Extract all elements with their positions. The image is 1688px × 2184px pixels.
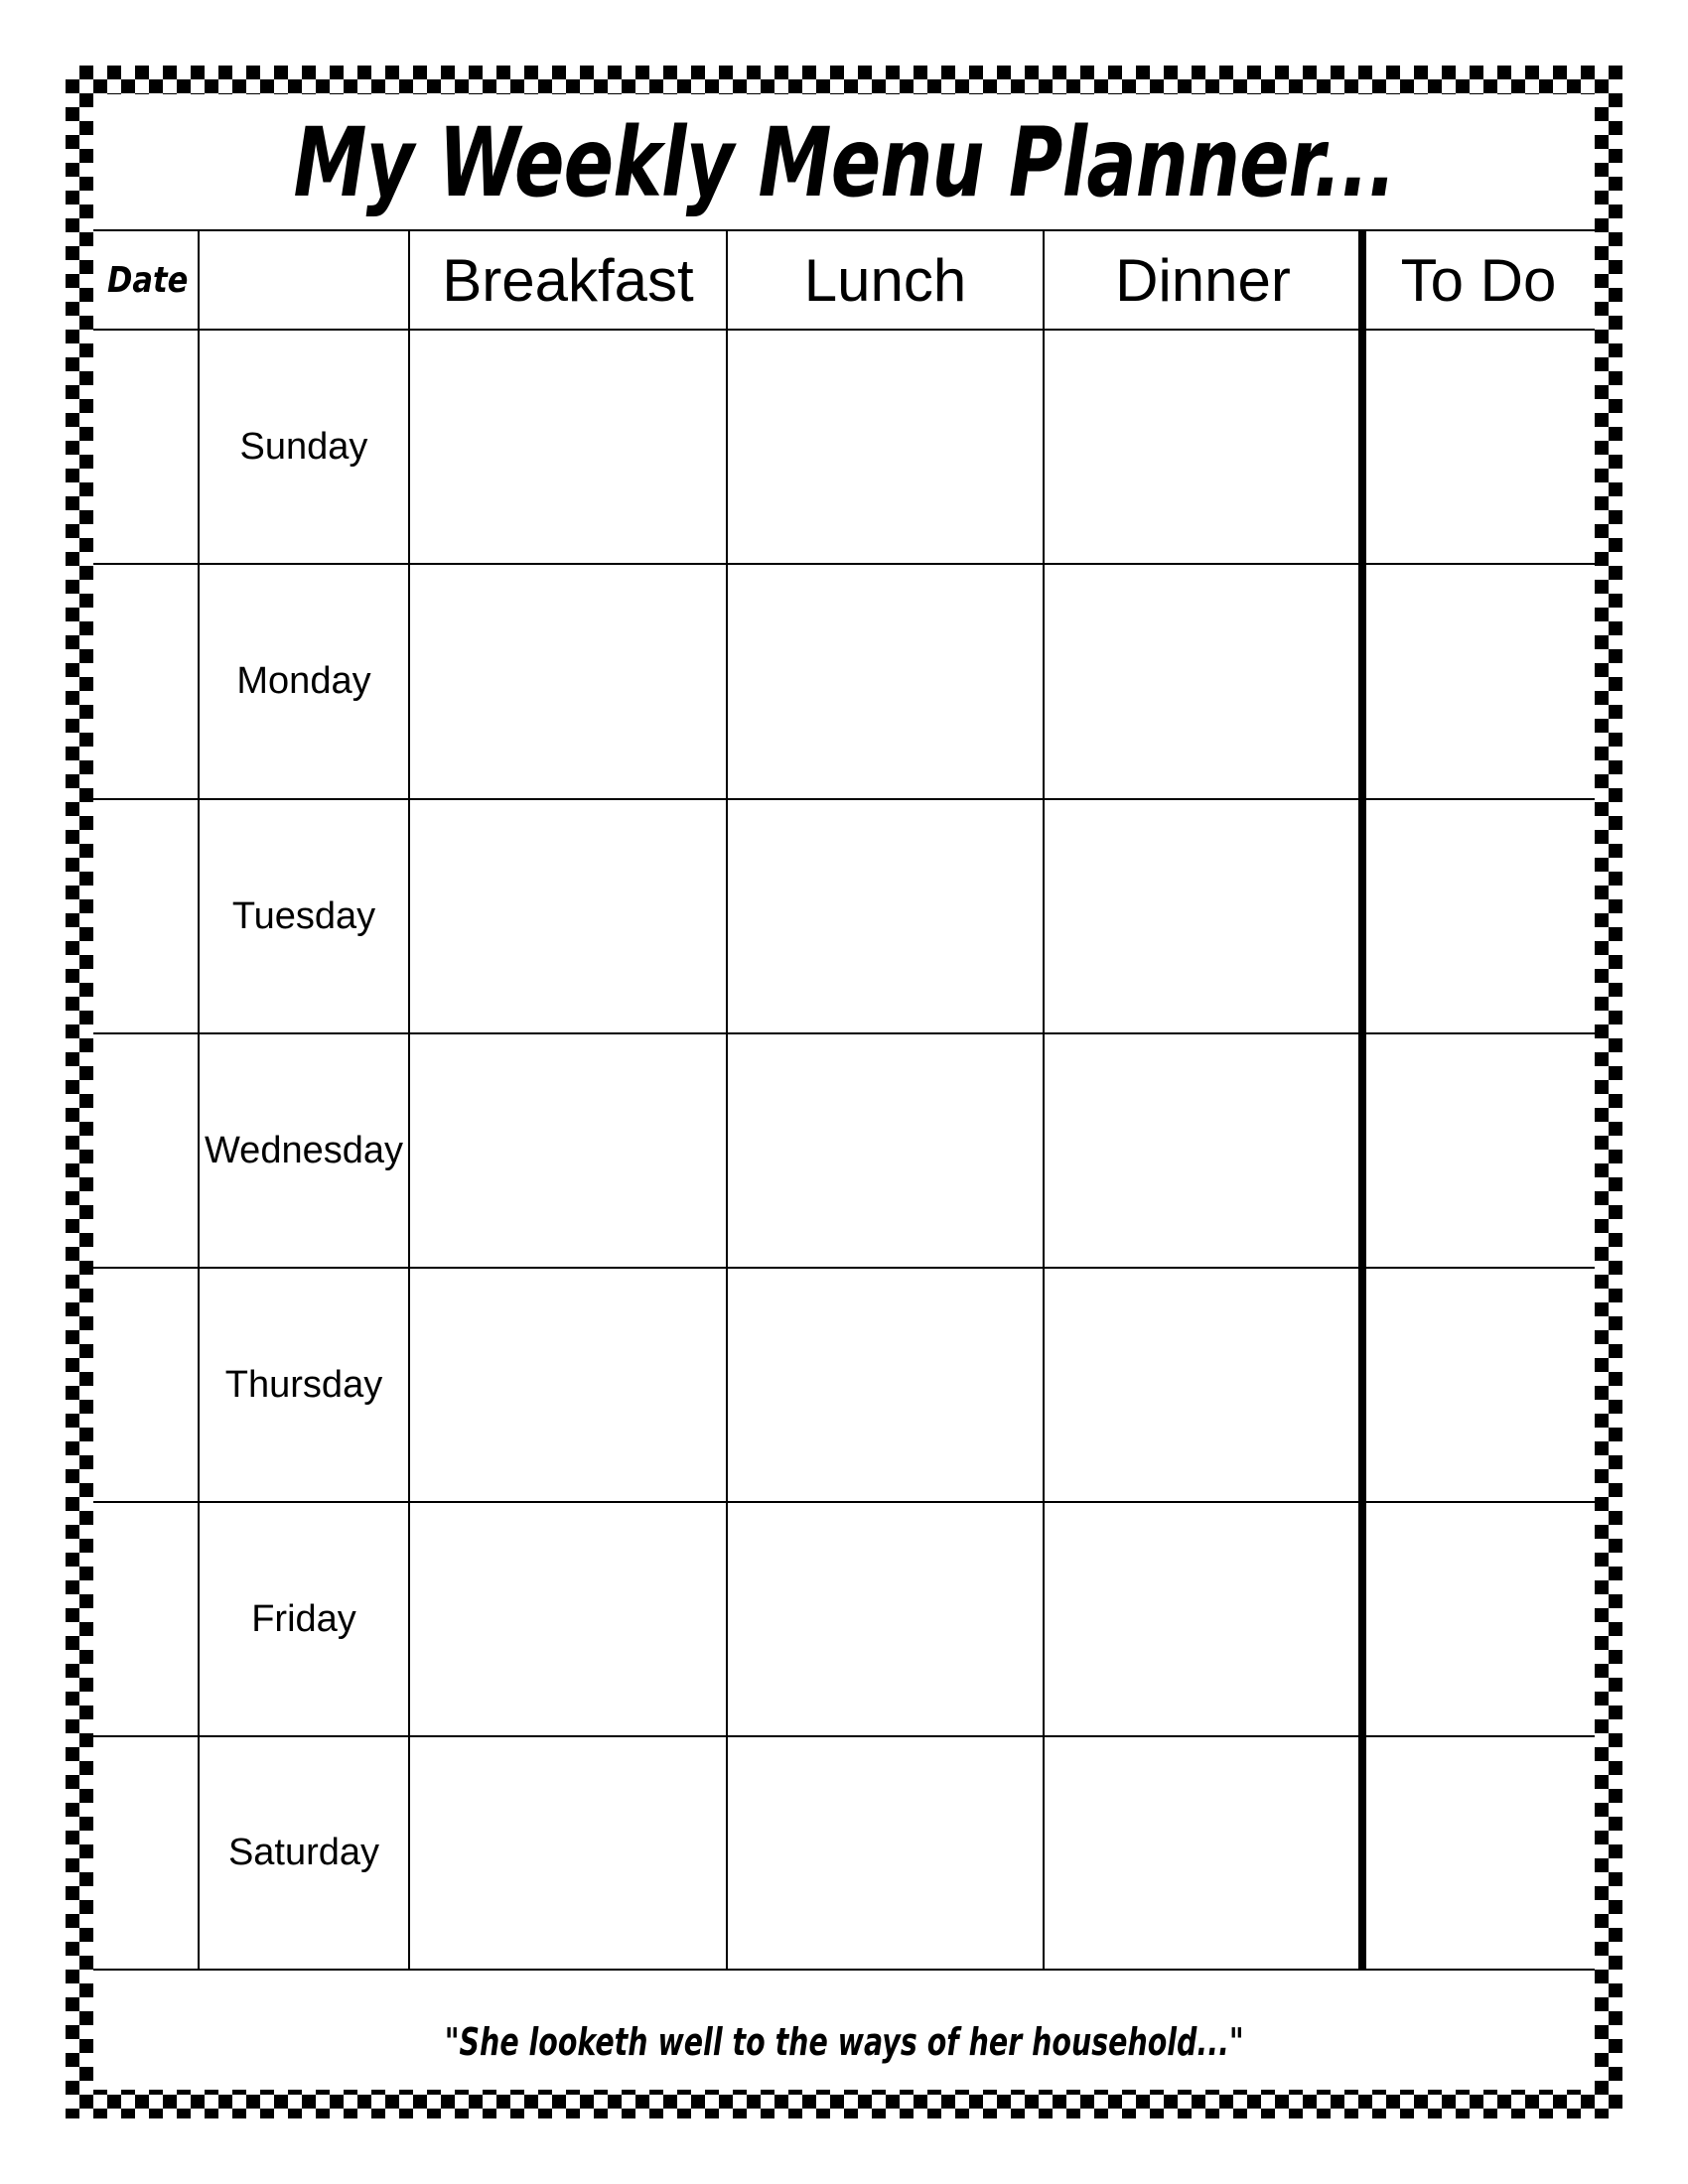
day-label: Tuesday — [231, 894, 376, 937]
table-cell-todo[interactable] — [1364, 1270, 1593, 1500]
column-divider — [726, 230, 728, 1970]
column-header-todo: To Do — [1400, 247, 1557, 314]
table-cell-todo[interactable] — [1364, 566, 1593, 797]
table-cell-lunch[interactable] — [729, 332, 1042, 562]
table-cell-lunch[interactable] — [729, 566, 1042, 797]
footer-quote: "She looketh well to the ways of her hou… — [444, 2019, 1244, 2064]
column-header-breakfast: Breakfast — [442, 247, 694, 314]
footer-area: "She looketh well to the ways of her hou… — [93, 1972, 1595, 2090]
table-cell-date[interactable] — [95, 332, 197, 562]
page-title: My Weekly Menu Planner... — [293, 106, 1396, 218]
day-label: Wednesday — [205, 1129, 403, 1171]
day-label: Saturday — [227, 1832, 380, 1873]
table-top-border — [93, 229, 1595, 231]
table-cell-dinner[interactable] — [1046, 332, 1360, 562]
column-divider — [1043, 230, 1045, 1970]
table-cell-breakfast[interactable] — [411, 332, 725, 562]
table-cell-breakfast[interactable] — [411, 801, 725, 1031]
table-cell-breakfast[interactable] — [411, 566, 725, 797]
table-cell-lunch[interactable] — [729, 1738, 1042, 1968]
table-cell-dinner[interactable] — [1046, 1738, 1360, 1968]
table-cell-dinner[interactable] — [1046, 1504, 1360, 1734]
table-cell-date[interactable] — [95, 801, 197, 1031]
table-cell-lunch[interactable] — [729, 1270, 1042, 1500]
table-cell-lunch[interactable] — [729, 801, 1042, 1031]
table-cell-dinner[interactable] — [1046, 566, 1360, 797]
table-cell-todo[interactable] — [1364, 1504, 1593, 1734]
table-cell-breakfast[interactable] — [411, 1504, 725, 1734]
column-header-date: Date — [107, 260, 189, 301]
table-cell-date[interactable] — [95, 1504, 197, 1734]
table-cell-breakfast[interactable] — [411, 1035, 725, 1266]
day-label: Friday — [251, 1597, 356, 1640]
table-cell-dinner[interactable] — [1046, 801, 1360, 1031]
day-label: Thursday — [224, 1363, 383, 1406]
table-cell-dinner[interactable] — [1046, 1270, 1360, 1500]
table-cell-date[interactable] — [95, 566, 197, 797]
table-cell-todo[interactable] — [1364, 332, 1593, 562]
table-cell-breakfast[interactable] — [411, 1270, 725, 1500]
table-cell-date[interactable] — [95, 1035, 197, 1266]
table-cell-breakfast[interactable] — [411, 1738, 725, 1968]
table-cell-todo[interactable] — [1364, 801, 1593, 1031]
table-cell-dinner[interactable] — [1046, 1035, 1360, 1266]
column-header-dinner: Dinner — [1115, 247, 1291, 314]
table-cell-lunch[interactable] — [729, 1504, 1042, 1734]
title-area: My Weekly Menu Planner... — [93, 94, 1595, 230]
column-header-lunch: Lunch — [803, 247, 967, 314]
table-cell-date[interactable] — [95, 1270, 197, 1500]
table-cell-lunch[interactable] — [729, 1035, 1042, 1266]
day-label: Sunday — [239, 425, 368, 468]
table-cell-todo[interactable] — [1364, 1738, 1593, 1968]
table-cell-todo[interactable] — [1364, 1035, 1593, 1266]
day-label: Monday — [236, 660, 371, 702]
table-cell-date[interactable] — [95, 1738, 197, 1968]
column-header-day — [199, 232, 409, 329]
